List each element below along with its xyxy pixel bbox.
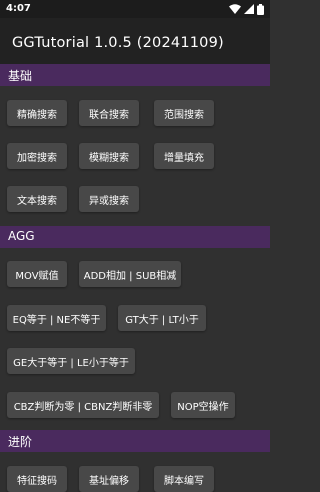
button-gt-lt[interactable]: GT大于 | LT小于 [118, 305, 206, 331]
button-increment-fill[interactable]: 增量填充 [154, 143, 214, 169]
section-title: 基础 [8, 69, 33, 83]
button-mov[interactable]: MOV赋值 [7, 261, 67, 287]
status-time: 4:07 [6, 3, 31, 14]
button-text-search[interactable]: 文本搜索 [7, 186, 67, 212]
button-fuzzy-search[interactable]: 模糊搜索 [79, 143, 139, 169]
section-header-basic: 基础 [0, 64, 270, 86]
button-cbz-cbnz[interactable]: CBZ判断为零 | CBNZ判断非零 [7, 392, 159, 418]
section-header-agg: AGG [0, 226, 270, 248]
section-title: 进阶 [8, 435, 33, 449]
button-base-offset[interactable]: 基址偏移 [79, 466, 139, 492]
app-bar: GGTutorial 1.0.5 (20241109) [0, 18, 270, 64]
button-ge-le[interactable]: GE大于等于 | LE小于等于 [7, 348, 135, 374]
button-xor-search[interactable]: 异或搜索 [79, 186, 139, 212]
button-eq-ne[interactable]: EQ等于 | NE不等于 [7, 305, 106, 331]
button-nop[interactable]: NOP空操作 [171, 392, 235, 418]
app-title: GGTutorial 1.0.5 (20241109) [12, 35, 224, 51]
battery-icon [257, 3, 264, 15]
button-encrypted-search[interactable]: 加密搜索 [7, 143, 67, 169]
status-icons [229, 3, 264, 15]
button-range-search[interactable]: 范围搜索 [154, 100, 214, 126]
button-script-writing[interactable]: 脚本编写 [154, 466, 214, 492]
button-joint-search[interactable]: 联合搜索 [79, 100, 139, 126]
button-exact-search[interactable]: 精确搜索 [7, 100, 67, 126]
signal-icon [244, 4, 254, 14]
section-header-advanced: 进阶 [0, 430, 270, 452]
button-feature-search[interactable]: 特征搜码 [7, 466, 67, 492]
wifi-icon [229, 4, 241, 14]
section-title: AGG [8, 229, 35, 243]
button-add-sub[interactable]: ADD相加 | SUB相减 [79, 261, 181, 287]
status-bar: 4:07 [0, 0, 270, 18]
